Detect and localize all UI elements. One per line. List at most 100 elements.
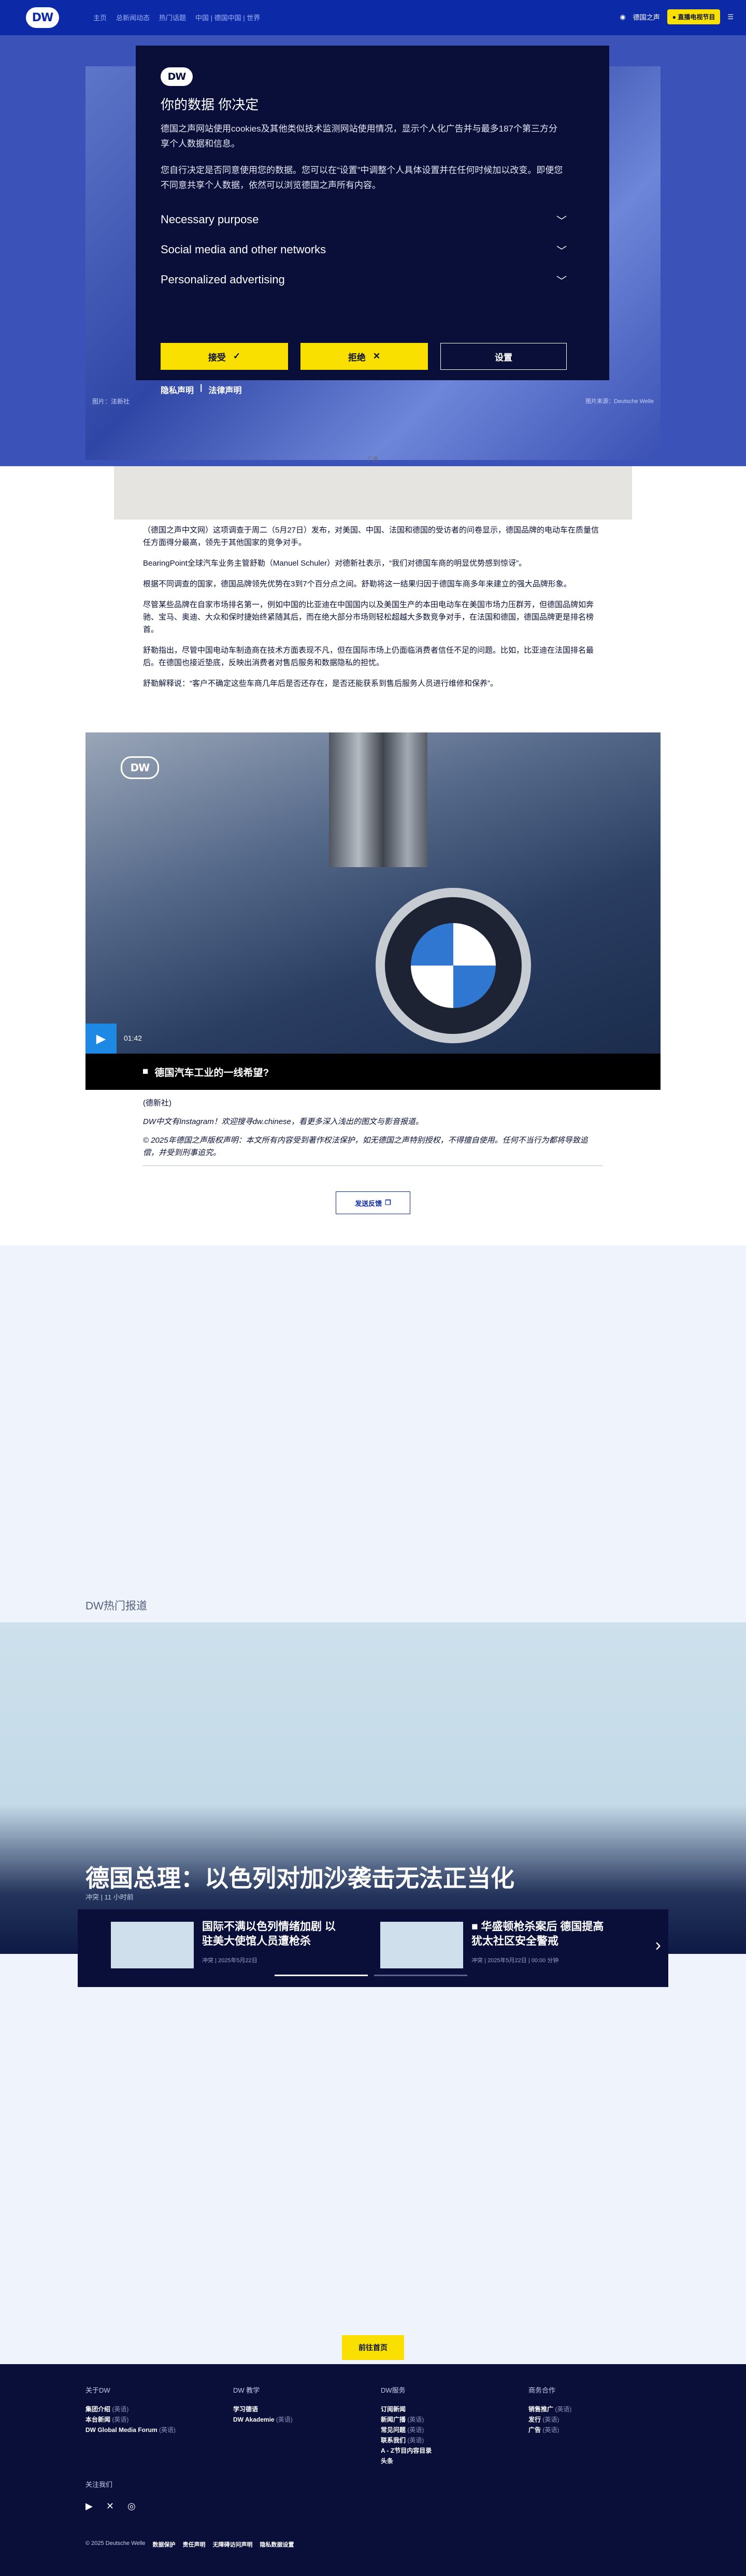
cookie-para-2: 您自行决定是否同意使用您的数据。您可以在“设置”中调整个人具体设置并在任何时候加… xyxy=(161,165,563,190)
legal-link[interactable]: 法律声明 xyxy=(209,383,242,396)
carousel-indicators xyxy=(275,1975,467,1976)
footer-link[interactable]: 本台新闻 (英语) xyxy=(85,2414,220,2425)
language-label[interactable]: 德国之声 xyxy=(633,12,660,22)
cookie-links: 隐私声明 | 法律声明 xyxy=(161,383,242,396)
live-tv-label: 直播电视节目 xyxy=(678,13,715,21)
card-title[interactable]: 国际不满以色列情绪加剧 以驻美大使馆人员遭枪杀 xyxy=(202,1920,342,1949)
play-button[interactable]: ▶ xyxy=(85,1024,117,1054)
footer-link[interactable]: A - Z节目内容目录 xyxy=(381,2445,515,2456)
purpose-personalized-ads[interactable]: Personalized advertising ﹀ xyxy=(161,268,567,291)
footer-link[interactable]: DW Akademie (英语) xyxy=(233,2414,368,2425)
footer-link[interactable]: 订阅新闻 xyxy=(381,2404,515,2414)
instagram-icon[interactable]: ◎ xyxy=(127,2501,136,2512)
legal-links: © 2025 Deutsche Welle 数据保护 责任声明 无障碍访问声明 … xyxy=(85,2540,294,2549)
youtube-icon[interactable]: ▶ xyxy=(85,2501,93,2512)
hot-headline[interactable]: 德国总理：以色列对加沙袭击无法正当化 xyxy=(85,1860,514,1894)
settings-label: 设置 xyxy=(495,352,512,363)
card-thumbnail[interactable] xyxy=(380,1922,463,1968)
bmw-tower-image xyxy=(329,732,427,867)
top-header: DW 主页 总新闻动态 热门话题 中国 | 德国中国 | 世界 ◉ 德国之声 ●… xyxy=(0,0,746,35)
bmw-logo-image xyxy=(376,888,531,1043)
article-paragraph: （德国之声中文网）这项调查于周二（5月27日）发布，对美国、中国、法国和德国的受… xyxy=(143,526,599,547)
link-separator: | xyxy=(200,383,203,392)
accept-label: 接受 xyxy=(208,352,226,363)
carousel-dot[interactable] xyxy=(275,1975,368,1976)
nav-item[interactable]: 主页 xyxy=(93,12,107,22)
feedback-button[interactable]: 发送反馈 ❐ xyxy=(336,1191,410,1214)
hero-credit: 图片来源：Deutsche Welle xyxy=(585,398,654,405)
footer-col-title: 关于DW xyxy=(85,2386,110,2394)
card-thumbnail[interactable] xyxy=(111,1922,194,1968)
cookie-consent-dialog: DW 你的数据 你决定 德国之声网站使用cookies及其他类似技术监测网站使用… xyxy=(136,46,609,395)
video-player[interactable]: DW ▶ 01:42 ■ 德国汽车工业的一线希望? xyxy=(85,732,661,1090)
footer-link[interactable]: 学习德语 xyxy=(233,2404,368,2414)
reject-button[interactable]: 拒绝 ✕ xyxy=(300,343,428,370)
carousel-dot[interactable] xyxy=(374,1975,467,1976)
copyright-notice: © 2025年德国之声版权声明：本文所有内容受到著作权法保护，如无德国之声特别授… xyxy=(143,1136,588,1157)
footer-link[interactable]: 常见问题 (英语) xyxy=(381,2425,515,2435)
legal-link[interactable]: 数据保护 xyxy=(153,2540,176,2549)
video-duration: 01:42 xyxy=(124,1034,142,1042)
footer-link[interactable]: 新闻广播 (英语) xyxy=(381,2414,515,2425)
footer-link[interactable]: 头条 xyxy=(381,2456,515,2466)
live-tv-button[interactable]: ● 直播电视节目 xyxy=(667,9,721,24)
reject-label: 拒绝 xyxy=(348,352,366,363)
footer-link[interactable]: 联系我们 (英语) xyxy=(381,2435,515,2445)
dw-watermark: DW xyxy=(121,756,159,779)
legal-link[interactable]: 责任声明 xyxy=(183,2540,206,2549)
divider xyxy=(143,1165,603,1166)
card-meta: 冲突 | 2025年5月22日 | 00:00 分钟 xyxy=(471,1958,559,1964)
accept-button[interactable]: 接受 ✓ xyxy=(161,343,288,370)
ad-label: 广告 xyxy=(367,456,379,463)
x-icon[interactable]: ✕ xyxy=(106,2501,114,2512)
purpose-necessary[interactable]: Necessary purpose ﹀ xyxy=(161,208,567,231)
video-thumbnail xyxy=(85,732,661,1054)
dw-logo[interactable]: DW xyxy=(26,7,59,28)
copy-icon: ❐ xyxy=(385,1199,391,1206)
hot-carousel: 国际不满以色列情绪加剧 以驻美大使馆人员遭枪杀 冲突 | 2025年5月22日 … xyxy=(78,1909,668,1987)
video-title: 德国汽车工业的一线希望? xyxy=(154,1067,269,1078)
footer-link[interactable]: 发行 (英语) xyxy=(528,2414,663,2425)
footer-link[interactable]: 销售推广 (英语) xyxy=(528,2404,663,2414)
home-button[interactable]: 前往首页 xyxy=(342,2335,404,2360)
article-paragraph: 舒勒指出，尽管中国电动车制造商在技术方面表现不凡，但在国际市场上仍面临消费者信任… xyxy=(143,646,594,667)
menu-icon[interactable]: ☰ xyxy=(727,13,734,21)
card-title[interactable]: ■ 华盛顿枪杀案后 德国提高犹太社区安全警戒 xyxy=(471,1920,611,1949)
dw-logo: DW xyxy=(161,67,193,86)
video-caption[interactable]: ■ 德国汽车工业的一线希望? xyxy=(85,1054,661,1090)
hero-caption: 图片：法新社 xyxy=(92,398,130,405)
legal-link[interactable]: 隐私数据设置 xyxy=(260,2540,294,2549)
hot-meta: 冲突 | 11 小时前 xyxy=(85,1893,134,1901)
article-paragraph: BearingPoint全球汽车业务主管舒勒（Manuel Schuler）对德… xyxy=(143,559,527,568)
nav-item[interactable]: 总新闻动态 xyxy=(116,12,150,22)
cookie-title: 你的数据 你决定 xyxy=(161,97,259,112)
purpose-label: Social media and other networks xyxy=(161,243,326,256)
chevron-down-icon: ﹀ xyxy=(556,245,567,257)
footer-col-title: DW 教学 xyxy=(233,2386,260,2394)
copyright: © 2025 Deutsche Welle xyxy=(85,2540,146,2546)
instagram-line[interactable]: DW中文有Instagram！欢迎搜寻dw.chinese，看更多深入浅出的图文… xyxy=(143,1116,603,1128)
footer-col-services: DW服务 订阅新闻 新闻广播 (英语) 常见问题 (英语) 联系我们 (英语) … xyxy=(381,2385,515,2466)
purpose-label: Necessary purpose xyxy=(161,213,259,226)
close-icon: ✕ xyxy=(372,351,381,361)
article-footer: (德新社) DW中文有Instagram！欢迎搜寻dw.chinese，看更多深… xyxy=(143,1097,603,1166)
settings-button[interactable]: 设置 xyxy=(440,343,567,370)
chevron-right-icon[interactable]: › xyxy=(655,1935,661,1955)
footer-link[interactable]: DW Global Media Forum (英语) xyxy=(85,2425,220,2435)
globe-icon[interactable]: ◉ xyxy=(620,13,625,21)
footer-link[interactable]: 集团介绍 (英语) xyxy=(85,2404,220,2414)
play-icon: ▶ xyxy=(96,1031,106,1046)
privacy-link[interactable]: 隐私声明 xyxy=(161,383,194,396)
check-icon: ✓ xyxy=(233,351,241,361)
feedback-label: 发送反馈 xyxy=(355,1199,382,1207)
nav-item[interactable]: 中国 | 德国中国 | 世界 xyxy=(195,12,260,22)
header-right: ◉ 德国之声 ● 直播电视节目 ☰ xyxy=(620,9,734,24)
footer-col-about: 关于DW 集团介绍 (英语) 本台新闻 (英语) DW Global Media… xyxy=(85,2385,220,2435)
hot-story-image[interactable] xyxy=(0,1622,746,1954)
legal-link[interactable]: 无障碍访问声明 xyxy=(213,2540,253,2549)
purpose-social-media[interactable]: Social media and other networks ﹀ xyxy=(161,238,567,261)
nav-item[interactable]: 热门话题 xyxy=(159,12,186,22)
footer-link[interactable]: 广告 (英语) xyxy=(528,2425,663,2435)
purpose-label: Personalized advertising xyxy=(161,273,285,286)
chevron-down-icon: ﹀ xyxy=(556,275,567,287)
